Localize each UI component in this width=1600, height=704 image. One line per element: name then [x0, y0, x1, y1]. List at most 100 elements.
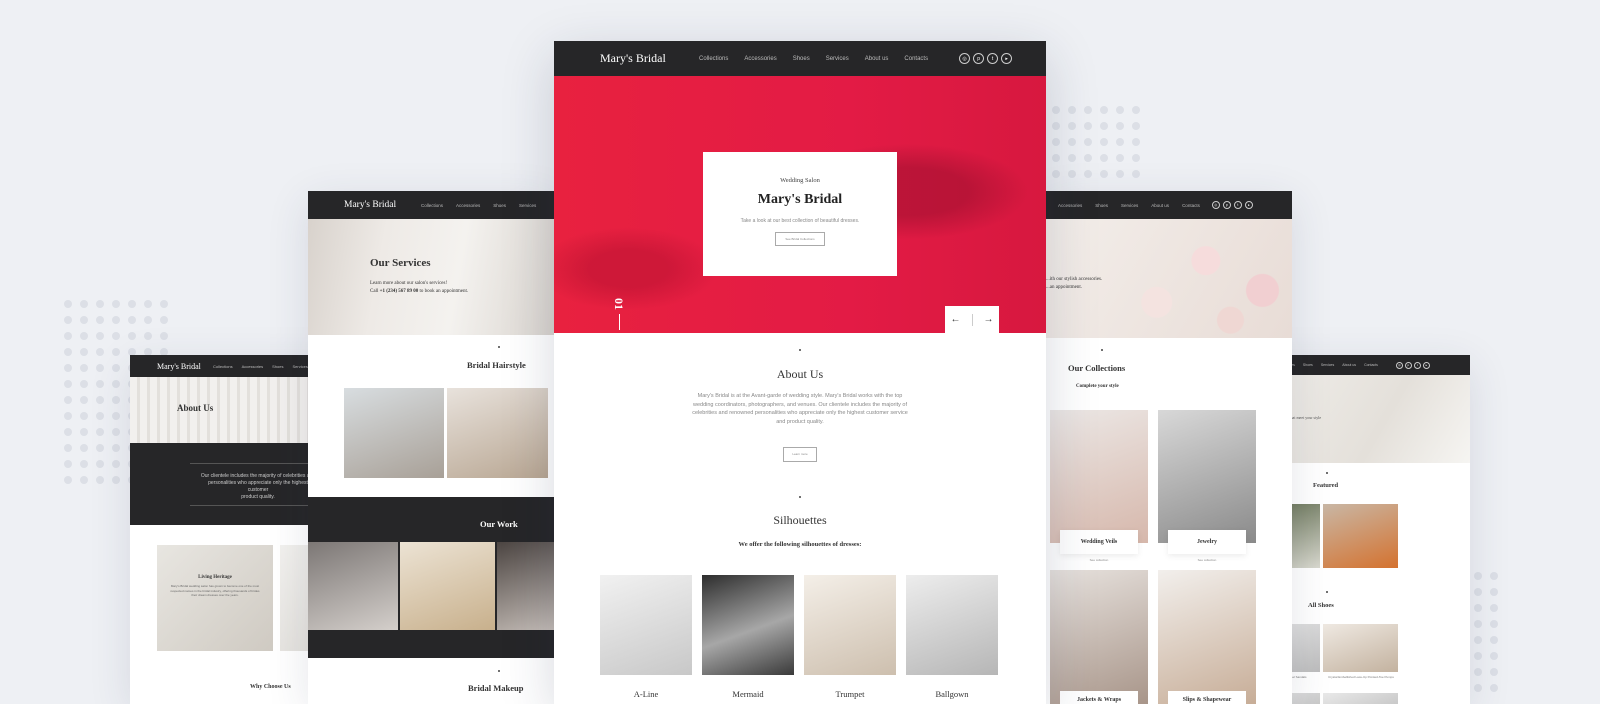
nav-item-about-us[interactable]: About us [865, 56, 889, 62]
social-links: ◎ p t ▸ [1211, 201, 1253, 209]
silhouette-label[interactable]: Mermaid [702, 689, 794, 699]
silhouette-label[interactable]: Ballgown [906, 689, 998, 699]
pinterest-icon[interactable]: p [973, 53, 985, 64]
collection-label-box: Jackets & Wraps [1060, 691, 1138, 704]
services-hero-line1: Learn more about our salon's services! [370, 281, 448, 286]
shoe-item-2-photo[interactable] [1323, 624, 1398, 672]
nav-item[interactable]: Shoes [1095, 203, 1108, 208]
silhouette-label[interactable]: Trumpet [804, 689, 896, 699]
nav-item[interactable]: About us [1151, 203, 1169, 208]
services-hero-line2: Call +1 (234) 567 89 00 to book an appoi… [370, 289, 469, 294]
silhouette-photo-mermaid[interactable] [702, 575, 794, 675]
home-page-screenshot: Mary's Bridal Collections Accessories Sh… [554, 41, 1046, 704]
collections-navbar: Accessories Shoes Services About us Cont… [1046, 191, 1292, 219]
collections-subtitle: Complete your style [1076, 384, 1119, 389]
services-phone[interactable]: +1 (234) 567 89 00 [380, 289, 419, 294]
our-work-band: Our Work [308, 497, 554, 658]
collection-label-box: Slips & Shapewear [1168, 691, 1246, 704]
nav-item[interactable]: Accessories [1058, 203, 1082, 208]
collections-hero-text: ...ith our stylish accessories. ...an ap… [1046, 277, 1103, 290]
arrow-right-icon[interactable]: → [984, 314, 994, 325]
about-learn-more-button[interactable]: Learn more [783, 447, 817, 462]
about-title: About Us [776, 367, 824, 381]
collection-label[interactable]: Wedding Veils [1060, 530, 1138, 554]
services-hero: Our Services Learn more about our salon'… [308, 219, 554, 335]
shoe-item-4-photo[interactable] [1323, 693, 1398, 704]
our-collections-title: Our Collections [1068, 363, 1126, 373]
services-navbar: Mary's Bridal Collections Accessories Sh… [308, 191, 554, 219]
collections-nav-menu: Accessories Shoes Services About us Cont… [1058, 203, 1200, 208]
nav-item[interactable]: Collections [421, 203, 443, 208]
nav-item[interactable]: Services [292, 364, 307, 369]
work-photo-3 [497, 542, 554, 630]
hero-text: Take a look at our best collection of be… [740, 218, 860, 224]
bridal-makeup-title: Bridal Makeup [468, 683, 524, 693]
services-page-screenshot: Mary's Bridal Collections Accessories Sh… [308, 191, 554, 704]
nav-item[interactable]: Collections [213, 364, 233, 369]
collections-hero: ...ith our stylish accessories. ...an ap… [1046, 219, 1292, 338]
nav-item[interactable]: Contacts [1364, 363, 1378, 367]
instagram-icon[interactable]: ◎ [1395, 361, 1403, 369]
hairstyle-photo-1 [344, 388, 444, 478]
twitter-icon[interactable]: t [1413, 361, 1421, 369]
pinterest-icon[interactable]: p [1222, 201, 1231, 209]
about-nav-menu: Collections Accessories Shoes Services [213, 364, 308, 369]
brand-logo[interactable]: Mary's Bridal [344, 200, 421, 210]
featured-shoe-2 [1323, 504, 1398, 568]
nav-item[interactable]: Shoes [272, 364, 283, 369]
collection-link[interactable]: See collection [1168, 558, 1246, 562]
nav-item[interactable]: About us [1342, 363, 1356, 367]
collection-label[interactable]: Jackets & Wraps [1060, 691, 1138, 704]
slider-controls: ← → [945, 306, 999, 333]
pinterest-icon[interactable]: p [1404, 361, 1412, 369]
shoe-item-2-name[interactable]: Crystal Embellished Lace-Up Pointed-Toe … [1326, 675, 1396, 679]
living-heritage-text: Mary's Bridal wedding salon has grown to… [170, 584, 260, 597]
services-hero-title: Our Services [370, 257, 431, 269]
collection-card-wedding-veils[interactable] [1050, 410, 1148, 543]
bridal-hairstyle-title: Bridal Hairstyle [467, 360, 526, 370]
nav-item[interactable]: Services [519, 203, 536, 208]
collection-label[interactable]: Slips & Shapewear [1168, 691, 1246, 704]
instagram-icon[interactable]: ◎ [959, 53, 971, 64]
nav-item-contacts[interactable]: Contacts [904, 56, 928, 62]
hairstyle-photo-2 [447, 388, 548, 478]
nav-item[interactable]: Shoes [493, 203, 506, 208]
twitter-icon[interactable]: t [987, 53, 999, 64]
twitter-icon[interactable]: t [1233, 201, 1242, 209]
nav-item-shoes[interactable]: Shoes [793, 56, 810, 62]
slide-number: 01 [612, 298, 626, 330]
silhouette-photo-trumpet[interactable] [804, 575, 896, 675]
collection-label[interactable]: Jewelry [1168, 530, 1246, 554]
nav-item[interactable]: Accessories [242, 364, 264, 369]
instagram-icon[interactable]: ◎ [1211, 201, 1220, 209]
nav-item-accessories[interactable]: Accessories [744, 56, 776, 62]
hero-cta-button[interactable]: See Bridal Collections [775, 232, 825, 246]
youtube-icon[interactable]: ▸ [1001, 53, 1013, 64]
nav-item-collections[interactable]: Collections [699, 56, 728, 62]
silhouette-label[interactable]: A-Line [600, 689, 692, 699]
youtube-icon[interactable]: ▸ [1422, 361, 1430, 369]
silhouette-photo-a-line[interactable] [600, 575, 692, 675]
collection-card-jewelry[interactable] [1158, 410, 1256, 543]
collection-card-slips[interactable] [1158, 570, 1256, 704]
arrow-left-icon[interactable]: ← [951, 314, 961, 325]
about-quote: Our clientele includes the majority of c… [200, 473, 316, 500]
about-hero-title: About Us [177, 403, 214, 413]
social-links: ◎ p t ▸ [1395, 361, 1430, 369]
main-nav-menu: Collections Accessories Shoes Services A… [699, 56, 928, 62]
nav-item[interactable]: Contacts [1182, 203, 1200, 208]
nav-item-services[interactable]: Services [826, 56, 849, 62]
nav-item[interactable]: Services [1121, 203, 1138, 208]
collection-label-box: Jewelry [1168, 530, 1246, 554]
collection-card-jackets[interactable] [1050, 570, 1148, 704]
nav-item[interactable]: Services [1321, 363, 1334, 367]
brand-logo[interactable]: Mary's Bridal [600, 51, 699, 66]
brand-logo[interactable]: Mary's Bridal [157, 362, 213, 371]
nav-item[interactable]: Accessories [456, 203, 480, 208]
youtube-icon[interactable]: ▸ [1244, 201, 1253, 209]
silhouettes-subtitle: We offer the following silhouettes of dr… [738, 541, 862, 548]
nav-item[interactable]: Shoes [1303, 363, 1313, 367]
collection-link[interactable]: See collection [1060, 558, 1138, 562]
silhouettes-title: Silhouettes [773, 513, 827, 527]
silhouette-photo-ballgown[interactable] [906, 575, 998, 675]
